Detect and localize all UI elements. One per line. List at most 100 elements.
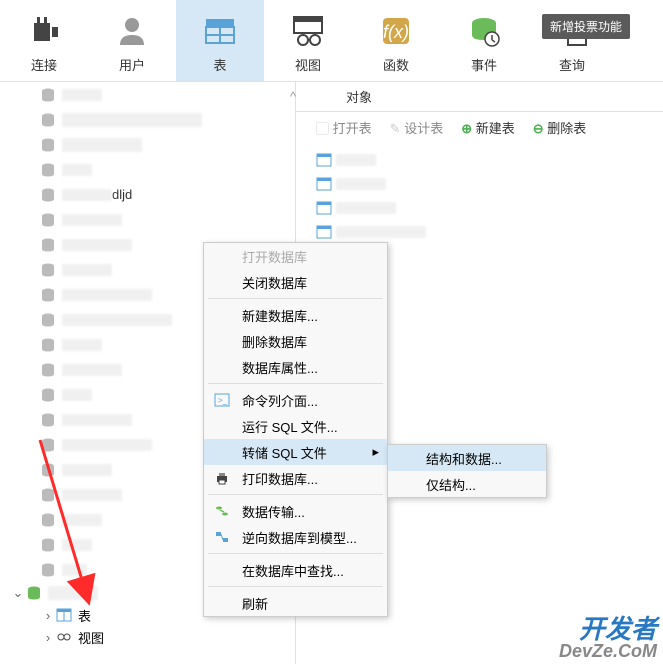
table-icon bbox=[316, 224, 332, 240]
tree-child-views[interactable]: › 视图 bbox=[0, 626, 295, 648]
user-icon bbox=[114, 7, 150, 55]
chevron-right-icon[interactable]: › bbox=[42, 608, 54, 623]
tree-item[interactable] bbox=[0, 132, 295, 157]
submenu-struct-data[interactable]: 结构和数据... bbox=[388, 445, 546, 471]
tab-bar: ^ 对象 bbox=[296, 82, 663, 112]
db-icon bbox=[40, 487, 56, 503]
list-item[interactable] bbox=[316, 172, 643, 196]
scroll-up-icon[interactable]: ^ bbox=[290, 89, 296, 104]
transfer-icon bbox=[214, 503, 230, 519]
watermark: 开发者 DevZe.CoM bbox=[559, 616, 657, 660]
menu-run-sql[interactable]: 运行 SQL 文件... bbox=[204, 413, 387, 439]
chevron-right-icon: ▸ bbox=[372, 444, 379, 460]
tab-objects[interactable]: 对象 bbox=[346, 87, 372, 106]
table-icon bbox=[56, 607, 72, 623]
menu-refresh[interactable]: 刷新 bbox=[204, 590, 387, 616]
open-table-button[interactable]: ▢ 打开表 bbox=[316, 118, 372, 137]
toolbar-event[interactable]: 事件 bbox=[440, 0, 528, 81]
menu-data-transfer[interactable]: 数据传输... bbox=[204, 498, 387, 524]
tree-item[interactable] bbox=[0, 157, 295, 182]
menu-db-props[interactable]: 数据库属性... bbox=[204, 354, 387, 380]
delete-table-button[interactable]: ⊖ 删除表 bbox=[533, 118, 587, 137]
svg-text:>_: >_ bbox=[218, 396, 228, 405]
tree-item[interactable] bbox=[0, 82, 295, 107]
db-icon bbox=[26, 585, 42, 601]
db-icon bbox=[40, 387, 56, 403]
menu-close-db[interactable]: 关闭数据库 bbox=[204, 269, 387, 295]
list-item[interactable] bbox=[316, 148, 643, 172]
table-icon bbox=[316, 152, 332, 168]
db-icon bbox=[40, 262, 56, 278]
menu-new-db[interactable]: 新建数据库... bbox=[204, 302, 387, 328]
db-icon bbox=[40, 362, 56, 378]
main-toolbar: 连接 用户 表 视图 f(x) 函数 事件 查询 bbox=[0, 0, 663, 82]
db-icon bbox=[40, 87, 56, 103]
db-icon bbox=[40, 512, 56, 528]
list-item[interactable] bbox=[316, 220, 643, 244]
view-icon bbox=[290, 7, 326, 55]
menu-open-db: 打开数据库 bbox=[204, 243, 387, 269]
context-menu: 打开数据库 关闭数据库 新建数据库... 删除数据库 数据库属性... >_ 命… bbox=[203, 242, 388, 617]
menu-print-db[interactable]: 打印数据库... bbox=[204, 465, 387, 491]
toolbar-label: 事件 bbox=[471, 55, 497, 74]
tree-item[interactable] bbox=[0, 107, 295, 132]
db-icon bbox=[40, 337, 56, 353]
db-icon bbox=[40, 237, 56, 253]
terminal-icon: >_ bbox=[214, 392, 230, 408]
toolbar-label: 函数 bbox=[383, 55, 409, 74]
db-icon bbox=[40, 412, 56, 428]
menu-dump-sql[interactable]: 转储 SQL 文件▸ bbox=[204, 439, 387, 465]
menu-separator bbox=[208, 553, 383, 554]
tree-item[interactable]: dljd bbox=[0, 182, 295, 207]
menu-separator bbox=[208, 298, 383, 299]
db-icon bbox=[40, 462, 56, 478]
toolbar-label: 用户 bbox=[119, 55, 145, 74]
menu-reverse[interactable]: 逆向数据库到模型... bbox=[204, 524, 387, 550]
plug-icon bbox=[26, 7, 62, 55]
db-icon bbox=[40, 137, 56, 153]
toolbar-table[interactable]: 表 bbox=[176, 0, 264, 81]
design-table-button[interactable]: ✎ 设计表 bbox=[390, 118, 444, 137]
toolbar-query[interactable]: 查询 bbox=[528, 0, 616, 81]
menu-separator bbox=[208, 494, 383, 495]
toolbar-label: 查询 bbox=[559, 55, 585, 74]
chevron-right-icon[interactable]: › bbox=[42, 630, 54, 645]
db-icon bbox=[40, 437, 56, 453]
toolbar-label: 连接 bbox=[31, 55, 57, 74]
event-icon bbox=[466, 7, 502, 55]
chevron-down-icon[interactable]: ⌄ bbox=[12, 585, 24, 601]
view-icon bbox=[56, 629, 72, 645]
tree-item[interactable] bbox=[0, 207, 295, 232]
svg-text:f(x): f(x) bbox=[383, 22, 409, 42]
toolbar-view[interactable]: 视图 bbox=[264, 0, 352, 81]
db-icon bbox=[40, 112, 56, 128]
submenu-struct-only[interactable]: 仅结构... bbox=[388, 471, 546, 497]
menu-find[interactable]: 在数据库中查找... bbox=[204, 557, 387, 583]
toolbar-func[interactable]: f(x) 函数 bbox=[352, 0, 440, 81]
function-icon: f(x) bbox=[378, 7, 414, 55]
tooltip: 新增投票功能 bbox=[542, 14, 630, 39]
action-bar: ▢ 打开表 ✎ 设计表 ⊕ 新建表 ⊖ 删除表 bbox=[296, 112, 663, 142]
printer-icon bbox=[214, 470, 230, 486]
db-icon bbox=[40, 187, 56, 203]
table-list bbox=[296, 142, 663, 250]
tree-label: 表 bbox=[78, 606, 91, 625]
toolbar-label: 表 bbox=[213, 55, 226, 74]
menu-separator bbox=[208, 586, 383, 587]
db-icon bbox=[40, 562, 56, 578]
menu-cmdline[interactable]: >_ 命令列介面... bbox=[204, 387, 387, 413]
db-icon bbox=[40, 537, 56, 553]
toolbar-connect[interactable]: 连接 bbox=[0, 0, 88, 81]
dump-sql-submenu: 结构和数据... 仅结构... bbox=[387, 444, 547, 498]
table-icon bbox=[316, 176, 332, 192]
toolbar-user[interactable]: 用户 bbox=[88, 0, 176, 81]
table-icon bbox=[316, 200, 332, 216]
model-icon bbox=[214, 529, 230, 545]
menu-delete-db[interactable]: 删除数据库 bbox=[204, 328, 387, 354]
table-icon bbox=[202, 7, 238, 55]
tree-label: 视图 bbox=[78, 628, 104, 647]
new-table-button[interactable]: ⊕ 新建表 bbox=[461, 118, 515, 137]
db-icon bbox=[40, 162, 56, 178]
tree-label: dljd bbox=[112, 187, 132, 202]
list-item[interactable] bbox=[316, 196, 643, 220]
